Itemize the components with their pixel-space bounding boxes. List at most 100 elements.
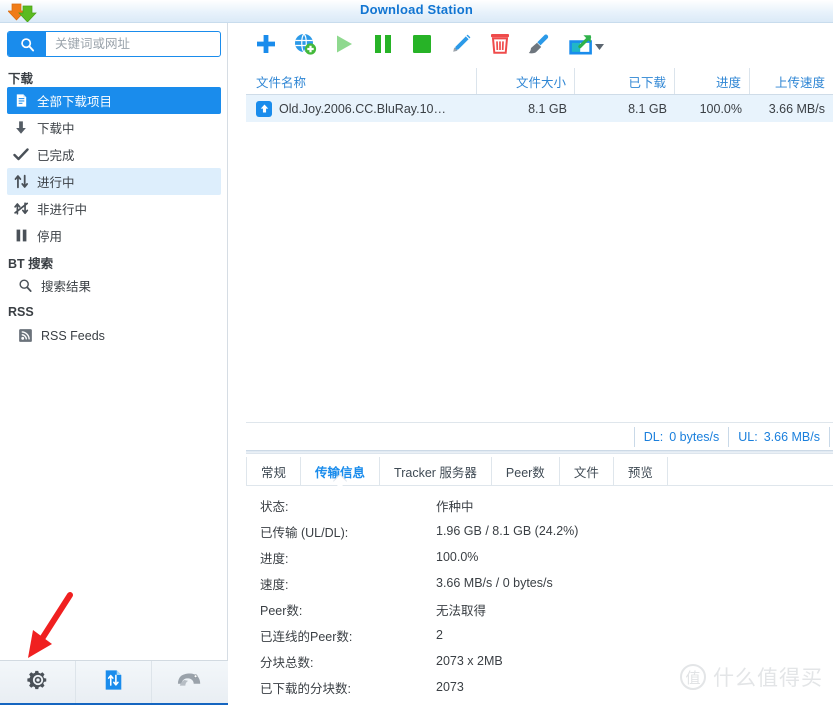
trash-icon: [489, 32, 511, 60]
sidebar-item-downloading[interactable]: 下载中: [0, 114, 228, 141]
main-toolbar: [228, 23, 833, 68]
sidebar-item-active[interactable]: 进行中: [7, 168, 221, 195]
detail-row: 已传输 (UL/DL): 1.96 GB / 8.1 GB (24.2%): [246, 518, 833, 544]
detail-value: 100.0%: [436, 550, 479, 564]
sidebar-item-label: 进行中: [37, 176, 75, 190]
add-url-button[interactable]: [290, 31, 320, 61]
stop-button[interactable]: [407, 31, 437, 61]
clear-completed-button[interactable]: [524, 31, 554, 61]
cell-filesize: 8.1 GB: [528, 101, 567, 116]
tab-transfer-info[interactable]: 传输信息: [301, 457, 381, 485]
detail-row: 进度: 100.0%: [246, 544, 833, 570]
column-header-filesize[interactable]: 文件大小: [477, 68, 575, 94]
play-icon: [333, 33, 355, 60]
tab-trackers[interactable]: Tracker 服务器: [380, 457, 492, 485]
seeding-up-arrow-icon: [256, 100, 272, 117]
detail-value: 2073 x 2MB: [436, 654, 503, 668]
cell-upload-speed: 3.66 MB/s: [768, 101, 825, 116]
sidebar-item-search-results[interactable]: 搜索结果: [0, 272, 228, 299]
column-header-upload-speed[interactable]: 上传速度: [750, 68, 833, 94]
stop-icon: [412, 34, 432, 59]
upload-speed-status: UL: 3.66 MB/s: [728, 427, 830, 447]
globe-add-icon: [293, 32, 317, 61]
emule-settings-button[interactable]: [152, 661, 228, 703]
sidebar-item-completed[interactable]: 已完成: [0, 141, 228, 168]
pause-icon: [10, 226, 32, 246]
detail-panel: 状态: 作种中 已传输 (UL/DL): 1.96 GB / 8.1 GB (2…: [246, 492, 833, 703]
sidebar-item-label: 全部下载项目: [37, 95, 113, 109]
detail-value: 2: [436, 628, 443, 642]
column-header-filename[interactable]: 文件名称: [246, 68, 477, 94]
detail-label: 已连线的Peer数:: [260, 629, 353, 644]
detail-label: 已传输 (UL/DL):: [260, 525, 349, 540]
tab-files[interactable]: 文件: [560, 457, 614, 485]
edit-button[interactable]: [446, 31, 476, 61]
detail-value: 3.66 MB/s / 0 bytes/s: [436, 576, 553, 590]
sidebar-item-label: 已完成: [37, 149, 75, 163]
sidebar-item-inactive[interactable]: 非进行中: [0, 195, 228, 222]
detail-tab-bar: 常规 传输信息 Tracker 服务器 Peer数 文件 预览: [246, 457, 833, 486]
sidebar-item-label: 下载中: [37, 122, 75, 136]
download-speed-value: 0 bytes/s: [669, 430, 720, 444]
detail-label: 分块总数:: [260, 655, 314, 670]
pause-button[interactable]: [368, 31, 398, 61]
sidebar: 下载 全部下载项目: [0, 23, 228, 660]
detail-label: 速度:: [260, 577, 289, 592]
table-header-row: 文件名称 文件大小 已下载 进度 上传速度: [246, 68, 833, 95]
download-station-window: Download Station 下载: [0, 0, 833, 705]
detail-label: Peer数:: [260, 603, 303, 618]
detail-row: 分块总数: 2073 x 2MB: [246, 648, 833, 674]
sidebar-item-stopped[interactable]: 停用: [0, 222, 228, 249]
sidebar-item-rss-feeds[interactable]: RSS Feeds: [0, 322, 228, 349]
column-header-progress[interactable]: 进度: [675, 68, 750, 94]
detail-value: 无法取得: [436, 603, 487, 618]
download-speed-status: DL: 0 bytes/s: [633, 427, 728, 447]
arrow-down-icon: [10, 118, 32, 138]
pause-icon: [373, 33, 393, 60]
delete-button[interactable]: [485, 31, 515, 61]
resume-button[interactable]: [329, 31, 359, 61]
search-input[interactable]: [46, 32, 220, 56]
check-icon: [10, 145, 32, 165]
upload-speed-label: UL:: [738, 430, 758, 444]
settings-gear-button[interactable]: [0, 661, 76, 703]
chevron-down-icon[interactable]: [594, 37, 604, 55]
title-bar: Download Station: [0, 0, 833, 23]
share-button[interactable]: [566, 31, 606, 61]
sidebar-item-label: 搜索结果: [41, 280, 92, 294]
tab-peers[interactable]: Peer数: [492, 457, 560, 485]
upload-speed-value: 3.66 MB/s: [763, 430, 820, 444]
download-speed-label: DL:: [643, 430, 664, 444]
transfer-schedule-button[interactable]: [76, 661, 152, 703]
detail-label: 进度:: [260, 551, 289, 566]
status-band-divider: [246, 450, 833, 454]
cell-progress: 100.0%: [699, 101, 742, 116]
sidebar-item-all-downloads[interactable]: 全部下载项目: [7, 87, 221, 114]
tab-general[interactable]: 常规: [246, 457, 302, 485]
filename-text: Old.Joy.2006.CC.BluRay.10…: [279, 101, 446, 116]
detail-label: 状态:: [260, 499, 289, 514]
sidebar-item-label: 停用: [37, 230, 63, 244]
detail-row: 已连线的Peer数: 2: [246, 622, 833, 648]
nav-group-title-bt-search: BT 搜索: [8, 256, 54, 271]
transfer-schedule-icon: [103, 669, 124, 696]
column-header-downloaded[interactable]: 已下载: [575, 68, 675, 94]
nav-group-title-rss: RSS: [8, 305, 34, 319]
detail-label: 已下载的分块数:: [260, 681, 351, 696]
detail-row: Peer数: 无法取得: [246, 596, 833, 622]
tab-preview[interactable]: 预览: [614, 457, 668, 485]
detail-value: 2073: [436, 680, 464, 694]
search-icon[interactable]: [8, 32, 46, 56]
search-box[interactable]: [7, 31, 221, 57]
table-row[interactable]: Old.Joy.2006.CC.BluRay.10… 8.1 GB 8.1 GB…: [246, 95, 833, 122]
nav-group-title-downloads: 下载: [8, 71, 34, 86]
sidebar-item-label: 非进行中: [37, 203, 88, 217]
detail-value: 1.96 GB / 8.1 GB (24.2%): [436, 524, 579, 538]
sidebar-bottom-toolbar: [0, 660, 228, 703]
add-task-button[interactable]: [251, 31, 281, 61]
task-table: 文件名称 文件大小 已下载 进度 上传速度 Old.Joy.2006.CC.Bl…: [246, 68, 833, 422]
pencil-icon: [449, 32, 473, 61]
cell-filename: Old.Joy.2006.CC.BluRay.10…: [246, 95, 477, 122]
rss-icon: [14, 326, 36, 346]
document-list-icon: [10, 91, 32, 111]
